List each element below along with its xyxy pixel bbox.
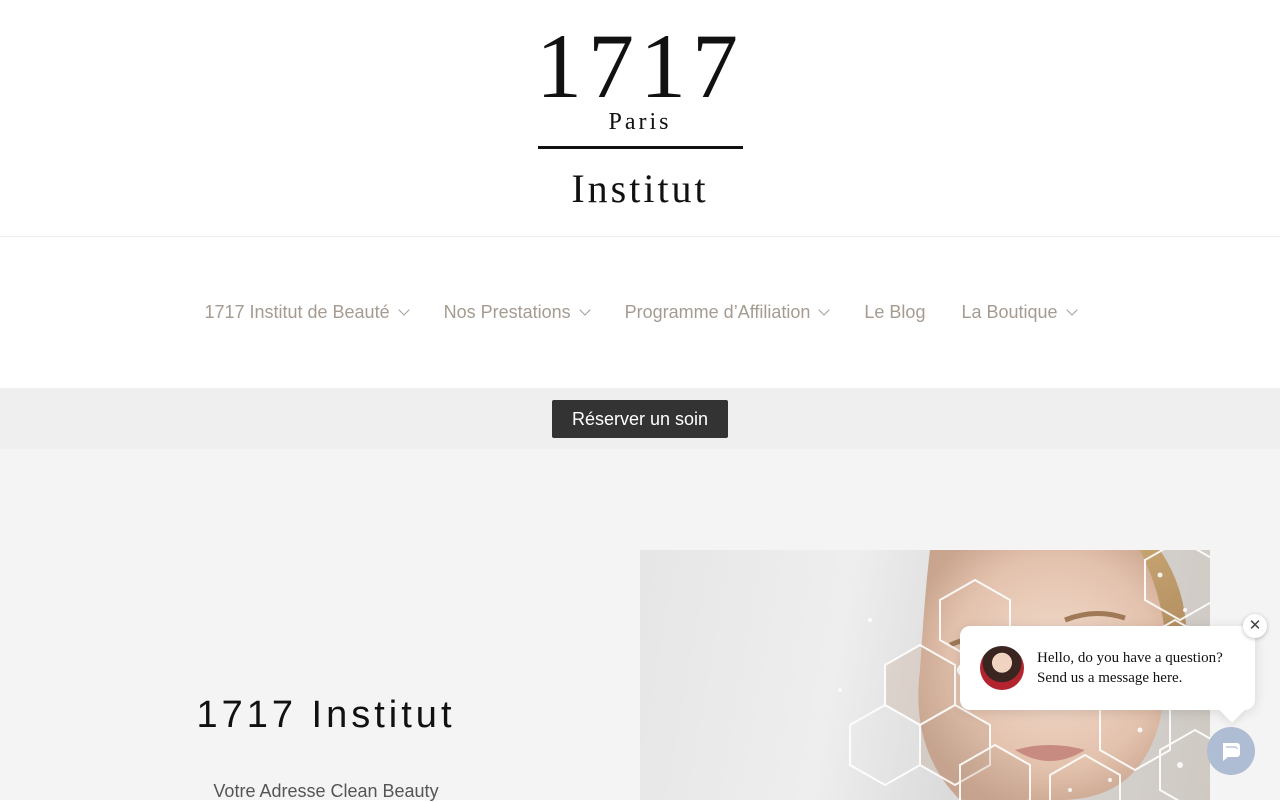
nav-item-affiliation[interactable]: Programme d’Affiliation [624, 300, 831, 324]
nav-list: 1717 Institut de Beauté Nos Prestations … [0, 300, 1280, 324]
nav-item-institut[interactable]: 1717 Institut de Beauté [204, 300, 410, 324]
hero-title: 1717 Institut [196, 694, 456, 736]
chevron-down-icon [397, 304, 410, 316]
nav-item-label: Nos Prestations [443, 302, 571, 322]
nav-item-label: 1717 Institut de Beauté [204, 302, 390, 322]
site-logo[interactable]: 1717 Paris Institut [520, 14, 760, 218]
chat-message-line-2: Send us a message here. [1037, 670, 1183, 686]
nav-item-label: Le Blog [864, 302, 926, 322]
chat-bubble-icon [1223, 743, 1240, 761]
chevron-down-icon [818, 304, 831, 316]
chat-message-bubble[interactable]: Hello, do you have a question? Send us a… [960, 626, 1255, 710]
agent-avatar [980, 646, 1024, 690]
main-navigation: 1717 Institut de Beauté Nos Prestations … [0, 237, 1280, 388]
close-icon[interactable]: ✕ [1243, 614, 1267, 638]
chevron-down-icon [1065, 304, 1078, 316]
book-treatment-button[interactable]: Réserver un soin [552, 400, 728, 438]
hero-subtitle: Votre Adresse Clean Beauty [213, 781, 439, 801]
nav-item-label: Programme d’Affiliation [624, 302, 811, 322]
chevron-down-icon [578, 304, 591, 316]
chat-launcher-button[interactable] [1207, 727, 1255, 775]
chat-message-text: Hello, do you have a question? Send us a… [1037, 648, 1247, 688]
logo-word: Institut [571, 166, 709, 211]
booking-bar: Réserver un soin [0, 388, 1280, 449]
chat-message-line-1: Hello, do you have a question? [1037, 650, 1223, 666]
logo-divider [538, 146, 743, 149]
site-header: 1717 Paris Institut [0, 0, 1280, 237]
logo-number: 1717 [536, 15, 744, 117]
nav-item-boutique[interactable]: La Boutique [961, 300, 1078, 324]
hero-section: 1717 Institut Votre Adresse Clean Beauty [0, 449, 1280, 801]
nav-item-label: La Boutique [961, 302, 1058, 322]
logo-city: Paris [608, 109, 672, 135]
nav-item-prestations[interactable]: Nos Prestations [443, 300, 591, 324]
nav-item-blog[interactable]: Le Blog [864, 300, 925, 324]
